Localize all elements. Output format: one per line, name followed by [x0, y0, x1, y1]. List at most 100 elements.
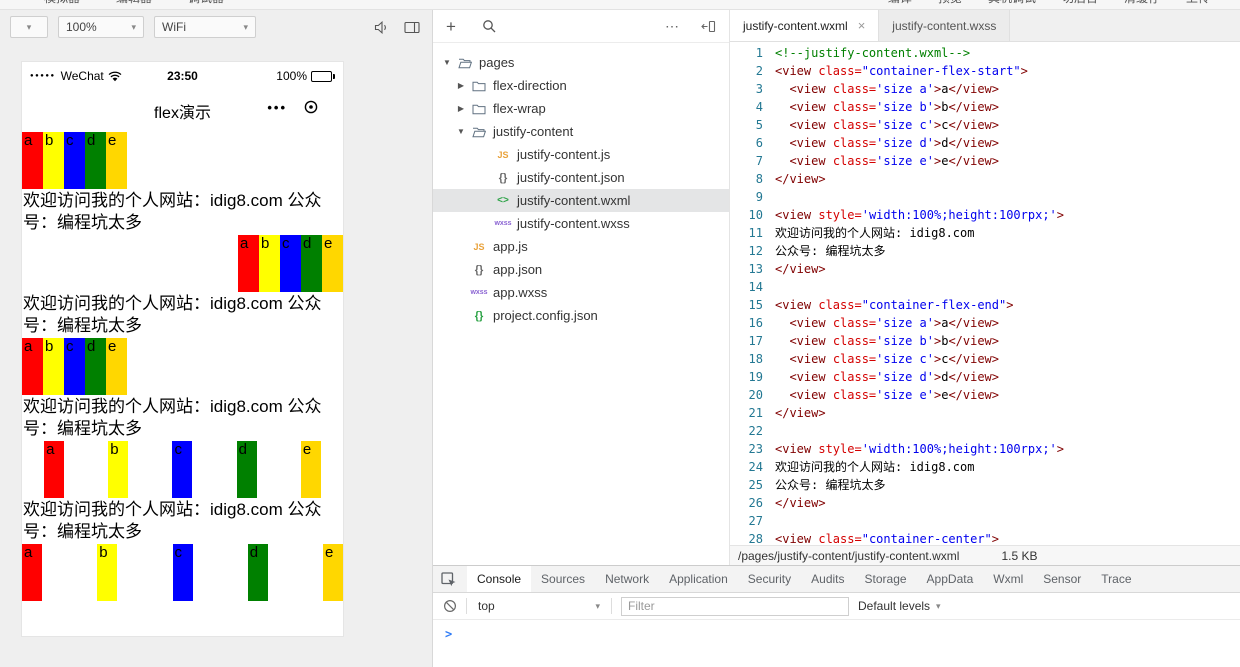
chevron-down-icon: ▾: [243, 22, 248, 33]
capsule-target-icon[interactable]: [303, 99, 319, 115]
console-tab-sources[interactable]: Sources: [531, 566, 595, 592]
file-label: pages: [479, 55, 514, 70]
editor-tab-justify-content.wxss[interactable]: justify-content.wxss: [879, 10, 1010, 41]
tab-label: justify-content.wxml: [743, 19, 848, 33]
console-output[interactable]: >: [433, 620, 1240, 641]
tree-file-app.wxss[interactable]: wxssapp.wxss: [433, 281, 729, 304]
filter-input[interactable]: [621, 597, 849, 616]
simulator-toolbar: ▾ 100% ▾ WiFi ▾: [0, 10, 432, 44]
chevron-icon[interactable]: ▶: [455, 81, 467, 90]
chevron-down-icon: ▾: [936, 601, 941, 612]
tree-folder-flex-wrap[interactable]: ▶flex-wrap: [433, 97, 729, 120]
json-glyph: {}: [475, 264, 484, 276]
welcome-text: 欢迎访问我的个人网站：idig8.com 公众号：编程坑太多: [22, 190, 343, 235]
console-tab-network[interactable]: Network: [595, 566, 659, 592]
line-number: 2: [730, 62, 763, 80]
toolbar-button-上传[interactable]: 上传: [1186, 0, 1210, 6]
tree-file-justify-content.js[interactable]: JSjustify-content.js: [433, 143, 729, 166]
tree-file-justify-content.json[interactable]: {}justify-content.json: [433, 166, 729, 189]
toolbar-button-清缓存[interactable]: 清缓存: [1124, 0, 1160, 6]
code-line: 12公众号: 编程坑太多: [730, 242, 1240, 260]
line-number: 8: [730, 170, 763, 188]
js-file-icon: JS: [467, 242, 491, 252]
console-tab-sensor[interactable]: Sensor: [1033, 566, 1091, 592]
file-label: justify-content.js: [517, 147, 610, 162]
toolbar-button-模拟器[interactable]: 模拟器: [44, 0, 80, 6]
log-levels-select[interactable]: Default levels ▾: [858, 599, 941, 613]
network-select[interactable]: WiFi ▾: [154, 16, 256, 38]
tree-file-justify-content.wxml[interactable]: <>justify-content.wxml: [433, 189, 729, 212]
console-tab-audits[interactable]: Audits: [801, 566, 854, 592]
console-tab-appdata[interactable]: AppData: [917, 566, 984, 592]
inspect-element-icon[interactable]: [441, 572, 457, 587]
line-number: 19: [730, 368, 763, 386]
code-line: 4 <view class='size b'>b</view>: [730, 98, 1240, 116]
flex-bar-e: e: [106, 338, 127, 395]
line-number: 23: [730, 440, 763, 458]
code-text: <!--justify-content.wxml-->: [763, 44, 970, 62]
flex-bar-d: d: [248, 544, 268, 601]
more-options-icon[interactable]: ⋯: [665, 18, 679, 35]
tree-folder-pages[interactable]: ▼ pages: [433, 51, 729, 74]
editor-panel: justify-content.wxml × justify-content.wxs…: [730, 10, 1240, 565]
main-toolbar: 模拟器 编辑器 调试器 编译 预览 真机调试 切后台 清缓存 上传: [0, 0, 1240, 10]
code-lines[interactable]: 1<!--justify-content.wxml-->2<view class…: [730, 42, 1240, 545]
tree-file-justify-content.wxss[interactable]: wxssjustify-content.wxss: [433, 212, 729, 235]
add-file-icon[interactable]: +: [446, 18, 456, 35]
device-select[interactable]: ▾: [10, 16, 48, 38]
tree-folder-flex-direction[interactable]: ▶flex-direction: [433, 74, 729, 97]
toolbar-button-编辑器[interactable]: 编辑器: [116, 0, 152, 6]
signal-dots-icon: ●●●●●: [30, 73, 56, 79]
console-tab-wxml[interactable]: Wxml: [983, 566, 1033, 592]
console-tab-security[interactable]: Security: [738, 566, 801, 592]
file-label: justify-content: [493, 124, 573, 139]
tree-file-app.js[interactable]: JSapp.js: [433, 235, 729, 258]
json-file-icon: {}: [491, 172, 515, 184]
code-line: 16 <view class='size a'>a</view>: [730, 314, 1240, 332]
zoom-select[interactable]: 100% ▾: [58, 16, 144, 38]
menu-dots-icon[interactable]: •••: [267, 100, 287, 115]
toolbar-button-调试器[interactable]: 调试器: [188, 0, 224, 6]
console-tab-storage[interactable]: Storage: [855, 566, 917, 592]
toolbar-button-切后台[interactable]: 切后台: [1062, 0, 1098, 6]
context-select[interactable]: top ▾: [476, 599, 602, 613]
console-tab-application[interactable]: Application: [659, 566, 738, 592]
wechat-devtools-window: 模拟器 编辑器 调试器 编译 预览 真机调试 切后台 清缓存 上传 ▾ 100% ▾ WiFi…: [0, 0, 1240, 667]
folder-icon: [453, 57, 477, 69]
tree-file-app.json[interactable]: {}app.json: [433, 258, 729, 281]
code-text: <view class='size b'>b</view>: [763, 98, 999, 116]
phone-nav-bar: flex演示 •••: [22, 86, 343, 132]
tree-folder-justify-content[interactable]: ▼ justify-content: [433, 120, 729, 143]
file-label: app.js: [493, 239, 528, 254]
editor-tab-justify-content.wxml[interactable]: justify-content.wxml ×: [730, 10, 879, 41]
line-number: 10: [730, 206, 763, 224]
flex-bar-a: a: [238, 235, 259, 292]
toolbar-button-编译[interactable]: 编译: [888, 0, 912, 6]
toolbar-button-真机调试[interactable]: 真机调试: [988, 0, 1036, 6]
code-text: </view>: [763, 260, 826, 278]
chevron-down-icon: ▾: [595, 601, 600, 612]
network-value: WiFi: [162, 20, 186, 34]
close-tab-icon[interactable]: ×: [858, 18, 866, 33]
line-number: 9: [730, 188, 763, 206]
battery-icon: [311, 71, 335, 82]
code-text: [763, 422, 775, 440]
code-line: 23<view style='width:100%;height:100rpx;…: [730, 440, 1240, 458]
code-line: 25公众号: 编程坑太多: [730, 476, 1240, 494]
code-text: <view class='size c'>c</view>: [763, 116, 999, 134]
clear-console-icon[interactable]: [443, 599, 457, 613]
sound-icon[interactable]: [374, 21, 390, 34]
toolbar-button-预览[interactable]: 预览: [938, 0, 962, 6]
line-number: 15: [730, 296, 763, 314]
console-tab-console[interactable]: Console: [467, 566, 531, 592]
collapse-panel-icon[interactable]: [701, 20, 716, 33]
tree-file-project.config.json[interactable]: {}project.config.json: [433, 304, 729, 327]
console-tab-trace[interactable]: Trace: [1091, 566, 1141, 592]
js-file-icon: JS: [491, 150, 515, 160]
line-number: 13: [730, 260, 763, 278]
chevron-icon[interactable]: ▶: [455, 104, 467, 113]
chevron-icon[interactable]: ▼: [455, 127, 467, 136]
chevron-icon[interactable]: ▼: [441, 58, 453, 67]
search-icon[interactable]: [482, 19, 496, 33]
detach-window-icon[interactable]: [404, 21, 420, 34]
